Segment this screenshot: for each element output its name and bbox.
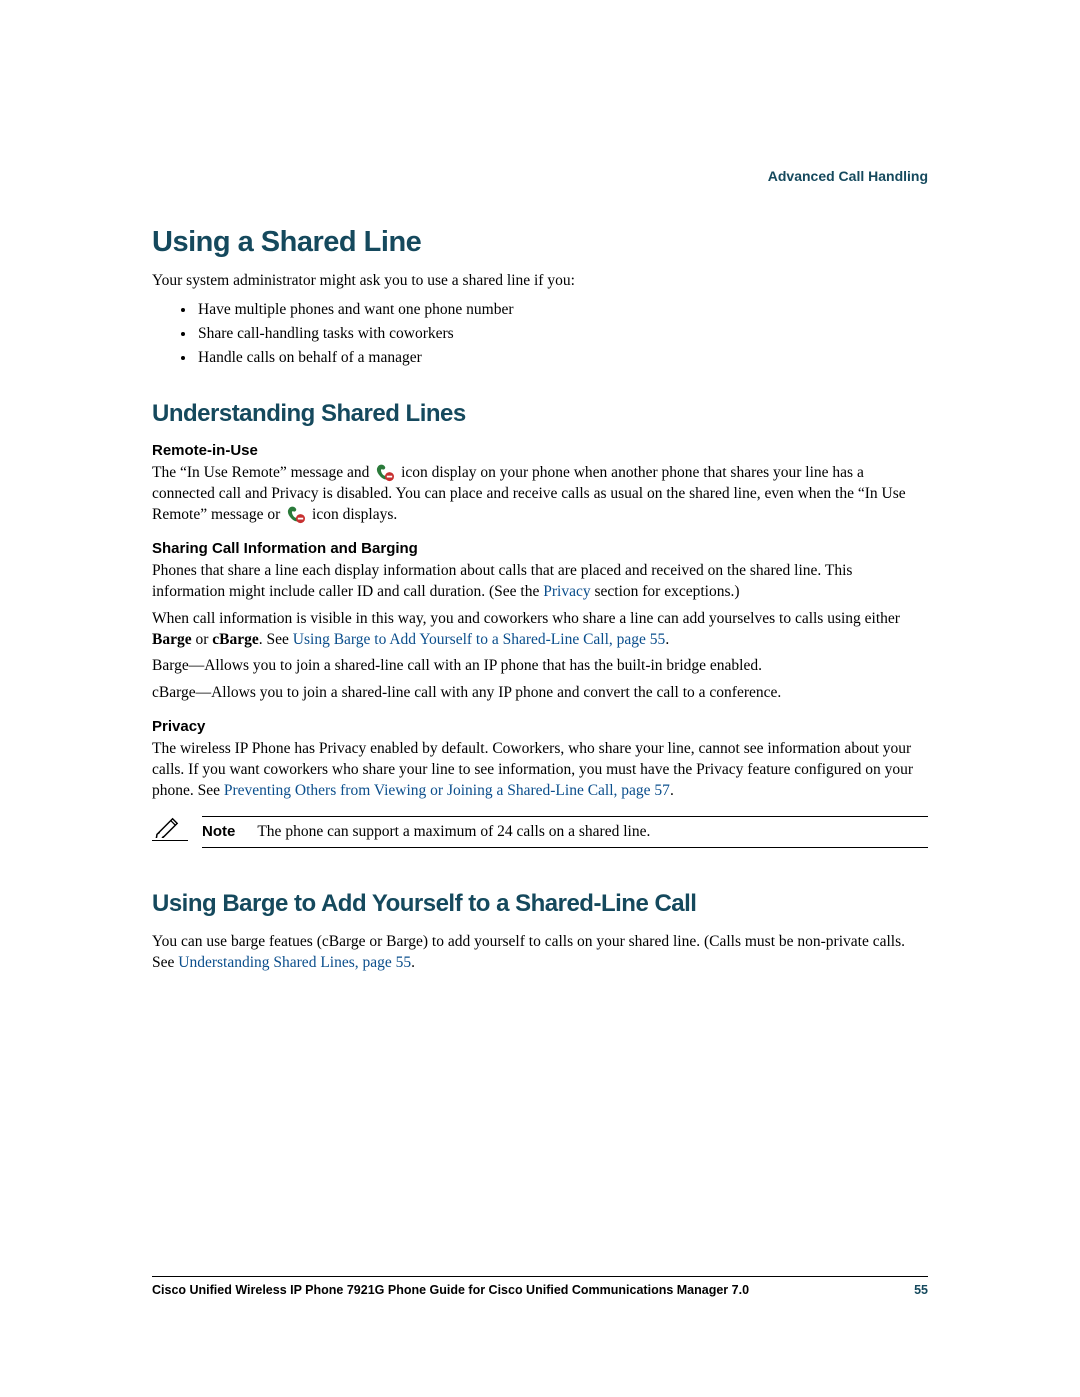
sharing-p3: Barge—Allows you to join a shared-line c…	[152, 656, 928, 677]
remote-paragraph: The “In Use Remote” message and icon dis…	[152, 463, 928, 526]
handset-remote-icon	[285, 506, 307, 524]
text: The “In Use Remote” message and	[152, 464, 373, 481]
link-understanding[interactable]: Understanding Shared Lines, page 55	[178, 954, 411, 971]
note-label: Note	[202, 823, 235, 840]
list-item: Share call-handling tasks with coworkers	[196, 322, 928, 346]
sharing-p1: Phones that share a line each display in…	[152, 561, 928, 603]
running-header: Advanced Call Handling	[768, 168, 928, 184]
link-privacy[interactable]: Privacy	[543, 583, 590, 600]
pencil-icon	[154, 816, 182, 838]
footer-page-number: 55	[914, 1283, 928, 1297]
page-footer: Cisco Unified Wireless IP Phone 7921G Ph…	[152, 1276, 928, 1297]
intro-bullets: Have multiple phones and want one phone …	[152, 298, 928, 370]
link-barge-section[interactable]: Using Barge to Add Yourself to a Shared-…	[293, 631, 666, 648]
text: When call information is visible in this…	[152, 610, 900, 627]
bold-cbarge: cBarge	[212, 631, 258, 648]
text: or	[192, 631, 213, 648]
barge-paragraph: You can use barge featues (cBarge or Bar…	[152, 932, 928, 974]
list-item: Handle calls on behalf of a manager	[196, 346, 928, 370]
list-item: Have multiple phones and want one phone …	[196, 298, 928, 322]
heading-understanding: Understanding Shared Lines	[152, 400, 928, 428]
subhead-remote-in-use: Remote-in-Use	[152, 442, 928, 459]
subhead-privacy: Privacy	[152, 718, 928, 735]
note-icon-column	[152, 816, 202, 841]
privacy-paragraph: The wireless IP Phone has Privacy enable…	[152, 739, 928, 802]
text: section for exceptions.)	[591, 583, 740, 600]
link-preventing-others[interactable]: Preventing Others from Viewing or Joinin…	[224, 782, 670, 799]
sharing-p2: When call information is visible in this…	[152, 609, 928, 651]
text: .	[411, 954, 415, 971]
note-block: Note The phone can support a maximum of …	[152, 816, 928, 848]
text: . See	[259, 631, 293, 648]
document-page: Advanced Call Handling Using a Shared Li…	[0, 0, 1080, 1397]
note-text: The phone can support a maximum of 24 ca…	[257, 823, 650, 841]
text: .	[670, 782, 674, 799]
subhead-sharing: Sharing Call Information and Barging	[152, 540, 928, 557]
note-rule	[152, 840, 188, 841]
bold-barge: Barge	[152, 631, 192, 648]
text: .	[665, 631, 669, 648]
text: Phones that share a line each display in…	[152, 562, 852, 600]
heading-using-barge: Using Barge to Add Yourself to a Shared-…	[152, 890, 928, 918]
text: icon displays.	[312, 506, 397, 523]
sharing-p4: cBarge—Allows you to join a shared-line …	[152, 683, 928, 704]
handset-remote-icon	[374, 464, 396, 482]
note-content: Note The phone can support a maximum of …	[202, 816, 928, 848]
heading-shared-line: Using a Shared Line	[152, 226, 928, 259]
intro-paragraph: Your system administrator might ask you …	[152, 271, 928, 292]
footer-title: Cisco Unified Wireless IP Phone 7921G Ph…	[152, 1283, 749, 1297]
